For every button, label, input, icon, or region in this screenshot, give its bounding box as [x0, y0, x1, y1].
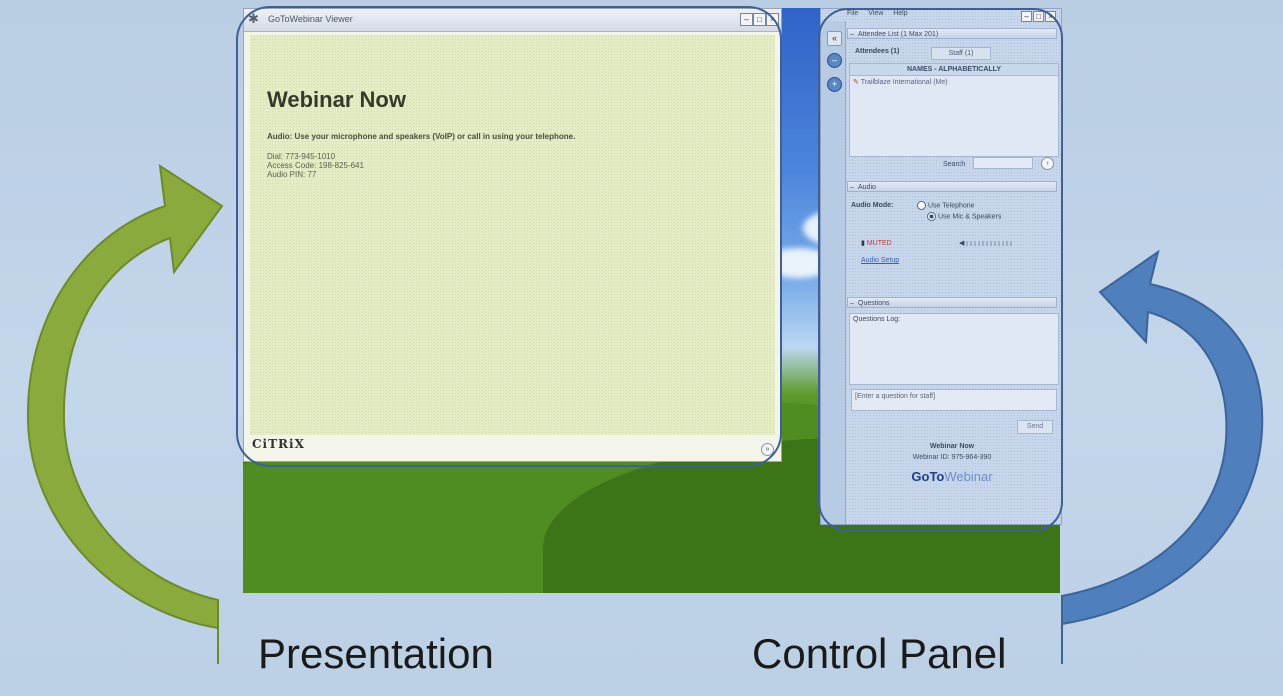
- arrows-layer: [26, 163, 1264, 664]
- caption-control-panel: Control Panel: [752, 630, 1007, 677]
- caption-presentation: Presentation: [258, 630, 494, 677]
- right-curved-arrow: [1061, 249, 1264, 664]
- left-curved-arrow: [26, 163, 224, 664]
